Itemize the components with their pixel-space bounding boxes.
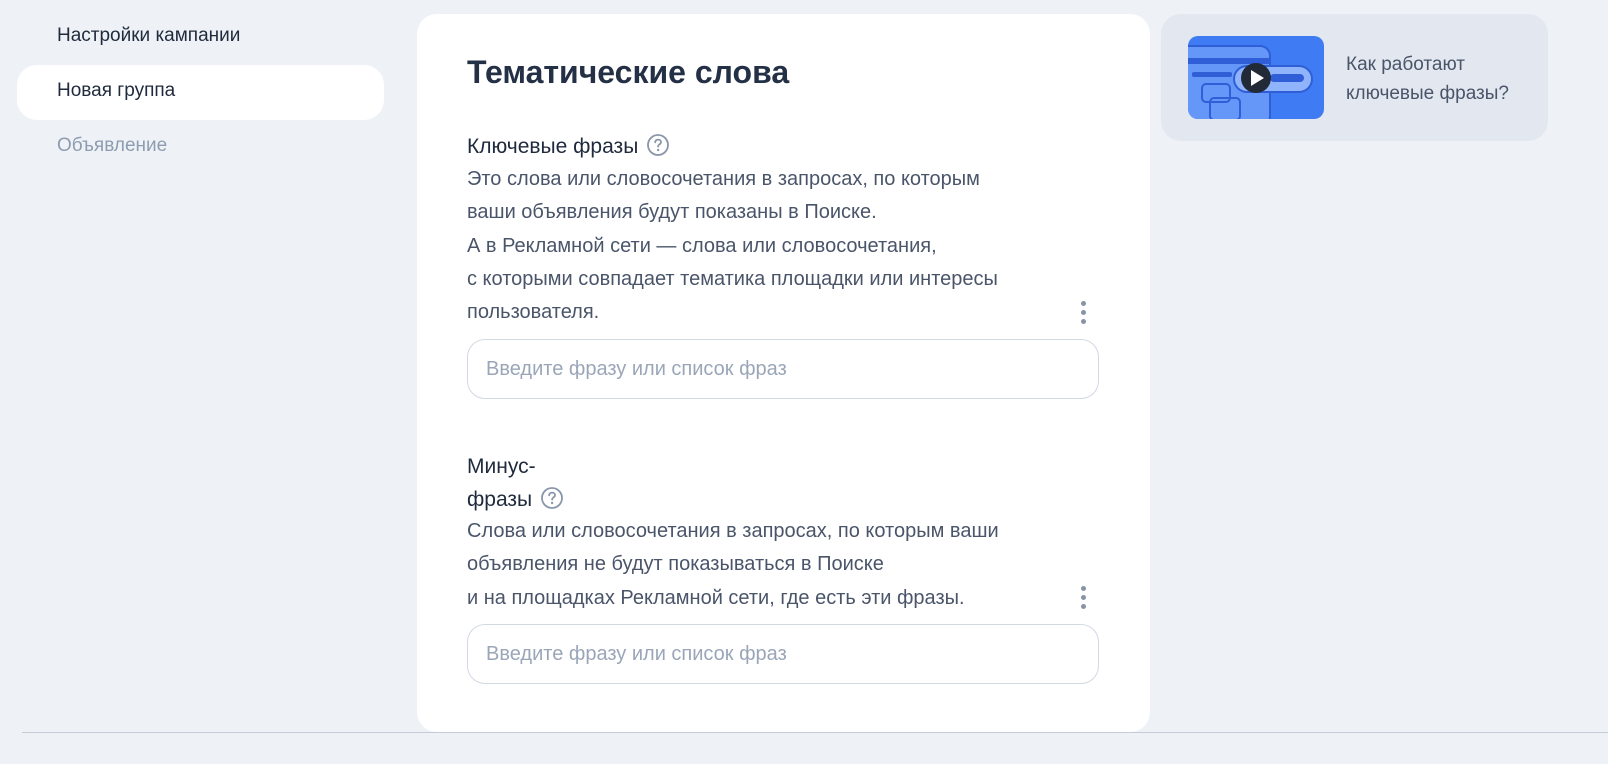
minus-phrases-menu-icon[interactable] — [1073, 586, 1093, 616]
keywords-description: Это слова или словосочетания в запросах,… — [467, 163, 998, 329]
video-card-caption-line: Как работают — [1346, 54, 1465, 75]
keywords-menu-icon[interactable] — [1073, 301, 1093, 331]
minus-phrases-label-line1: Минус- — [467, 455, 536, 478]
minus-phrases-label-row: Минус- фразы — [467, 450, 564, 516]
keywords-input[interactable] — [467, 339, 1099, 399]
page-title: Тематические слова — [467, 54, 790, 90]
sidebar-item-campaign-settings[interactable]: Настройки кампании — [17, 10, 384, 65]
divider — [22, 732, 1608, 733]
keywords-description-line: пользователя. — [467, 301, 600, 324]
keywords-label-row: Ключевые фразы — [467, 130, 670, 163]
help-icon[interactable] — [646, 133, 670, 157]
minus-phrases-description: Слова или словосочетания в запросах, по … — [467, 515, 999, 615]
minus-phrases-description-line: и на площадках Рекламной сети, где есть … — [467, 586, 965, 609]
keywords-description-line: с которыми совпадает тематика площадки и… — [467, 267, 998, 290]
sidebar-item-new-group[interactable]: Новая группа — [17, 65, 384, 120]
video-thumbnail[interactable] — [1188, 36, 1324, 119]
minus-phrases-description-line: Слова или словосочетания в запросах, по … — [467, 520, 999, 542]
keywords-description-line: Это слова или словосочетания в запросах,… — [467, 168, 980, 190]
thematic-words-card: Тематические слова Ключевые фразы Это сл… — [417, 14, 1150, 732]
how-keywords-work-video-card[interactable]: Как работают ключевые фразы? — [1161, 14, 1548, 141]
keywords-description-line: ваши объявления будут показаны в Поиске. — [467, 201, 877, 224]
sidebar-item-ad[interactable]: Объявление — [17, 120, 384, 175]
minus-phrases-description-line: объявления не будут показываться в Поиск… — [467, 553, 884, 576]
video-card-caption: Как работают ключевые фразы? — [1346, 50, 1509, 108]
keywords-description-line: А в Рекламной сети — слова или словосоче… — [467, 234, 937, 257]
minus-phrases-input[interactable] — [467, 624, 1099, 684]
keywords-label: Ключевые фразы — [467, 135, 639, 158]
minus-phrases-label-line2: фразы — [467, 488, 533, 511]
video-card-caption-line: ключевые фразы? — [1346, 83, 1509, 104]
help-icon[interactable] — [540, 486, 564, 510]
sidebar: Настройки кампании Новая группа Объявлен… — [17, 10, 384, 175]
